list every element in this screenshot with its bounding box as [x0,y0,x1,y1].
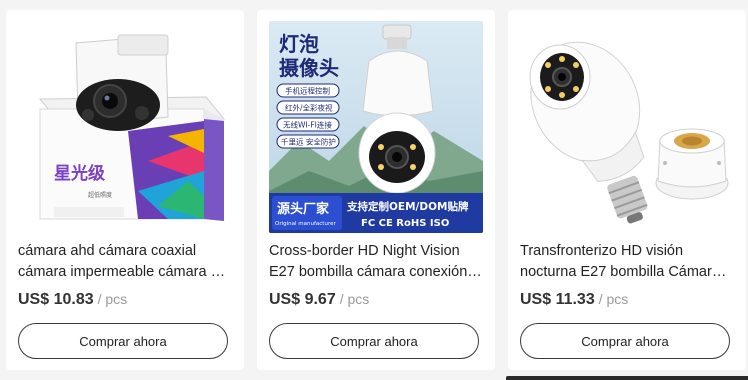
price: US$ 11.33 [520,291,595,308]
feature-2: 红外/全彩夜视 [285,103,333,113]
feature-1: 手机远程控制 [285,86,330,96]
price-row: US$ 10.83 / pcs [18,291,127,309]
product-card[interactable]: 星光级 超低照度 cámara ahd cámara coaxial cámar… [6,10,244,370]
feature-4: 千里远 安全防护 [281,137,336,147]
buy-now-button[interactable]: Comprar ahora [520,323,730,359]
bottom-edge-bar [506,376,748,380]
buy-now-button[interactable]: Comprar ahora [269,323,479,359]
price-row: US$ 9.67 / pcs [269,291,369,309]
product-image-bulb-camera[interactable]: 灯泡 摄像头 手机远程控制 红外/全彩夜视 无线WI-FI连接 千里远 安全防护 [269,21,483,233]
camera-box-illustration: 星光级 超低照度 [18,21,232,233]
product-card[interactable]: 灯泡 摄像头 手机远程控制 红外/全彩夜视 无线WI-FI连接 千里远 安全防护 [257,10,495,370]
e27-bulb-camera-illustration [520,21,734,233]
product-image-e27-bulb-camera[interactable] [520,21,734,233]
price: US$ 9.67 [269,291,336,308]
product-image-ahd-camera[interactable]: 星光级 超低照度 [18,21,232,233]
price: US$ 10.83 [18,291,94,308]
feature-3: 无线WI-FI连接 [283,120,332,130]
badge-sub: Original manufacturer [275,221,336,227]
badge-main: 源头厂家 [277,201,330,217]
cert-text: FC CE RoHS ISO [361,218,449,229]
bulb-camera-illustration: 灯泡 摄像头 手机远程控制 红外/全彩夜视 无线WI-FI连接 千里远 安全防护 [269,21,483,233]
price-unit: / pcs [339,291,370,307]
buy-now-button[interactable]: Comprar ahora [18,323,228,359]
headline-line1: 灯泡 [279,32,319,56]
box-subtext: 超低照度 [88,191,112,199]
price-unit: / pcs [97,291,128,307]
price-unit: / pcs [598,291,629,307]
custom-text: 支持定制OEM/DOM贴牌 [346,200,469,213]
product-title[interactable]: Cross-border HD Night Vision E27 bombill… [269,241,483,283]
box-logo-text: 星光级 [54,163,105,184]
product-grid: 星光级 超低照度 cámara ahd cámara coaxial cámar… [0,0,748,380]
price-row: US$ 11.33 / pcs [520,291,628,309]
headline-line2: 摄像头 [279,56,339,80]
product-title[interactable]: Transfronterizo HD visión nocturna E27 b… [520,241,734,283]
product-card[interactable]: Transfronterizo HD visión nocturna E27 b… [508,10,746,370]
product-title[interactable]: cámara ahd cámara coaxial cámara imperme… [18,241,232,283]
